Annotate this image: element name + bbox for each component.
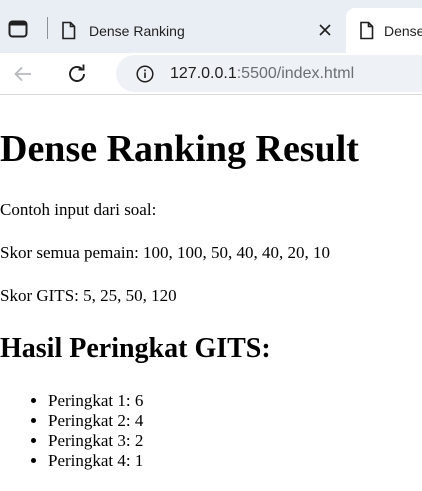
close-icon xyxy=(319,24,331,36)
tab-title: Dense Ranking xyxy=(89,22,185,39)
back-arrow-icon xyxy=(14,66,31,82)
browser-tab-strip: Dense Ranking Dense Ranking xyxy=(0,0,422,53)
info-icon[interactable] xyxy=(136,64,154,83)
close-tab-button[interactable] xyxy=(314,19,336,41)
list-item: Peringkat 4: 1 xyxy=(48,451,143,471)
url-host: 127.0.0.1 xyxy=(170,64,237,82)
url-path: :5500/index.html xyxy=(236,64,355,82)
gits-scores-text: Skor GITS: 5, 25, 50, 120 xyxy=(0,286,177,305)
list-item: Peringkat 3: 2 xyxy=(48,431,143,451)
tab-actions-icon xyxy=(8,20,28,38)
back-button[interactable] xyxy=(8,59,38,89)
all-scores-text: Skor semua pemain: 100, 100, 50, 40, 40,… xyxy=(0,243,331,262)
tab-actions-button[interactable] xyxy=(4,15,32,43)
document-icon xyxy=(61,21,76,40)
list-item: Peringkat 2: 4 xyxy=(48,411,143,431)
list-item: Peringkat 1: 6 xyxy=(48,391,143,411)
rank-list: Peringkat 1: 6 Peringkat 2: 4 Peringkat … xyxy=(0,391,143,471)
reload-button[interactable] xyxy=(62,59,92,89)
tab-title: Dense Ranking xyxy=(384,22,422,39)
tab-divider xyxy=(47,17,48,39)
browser-toolbar: 127.0.0.1:5500/index.html xyxy=(0,53,422,95)
address-bar[interactable]: 127.0.0.1:5500/index.html xyxy=(116,55,422,92)
document-icon xyxy=(359,21,374,40)
page-title: Dense Ranking Result xyxy=(0,128,359,170)
tab-dense-ranking-2[interactable]: Dense Ranking xyxy=(346,8,422,53)
reload-icon xyxy=(69,64,85,82)
tab-dense-ranking-1[interactable]: Dense Ranking xyxy=(52,8,342,53)
intro-text: Contoh input dari soal: xyxy=(0,200,157,219)
result-heading: Hasil Peringkat GITS: xyxy=(0,333,271,364)
